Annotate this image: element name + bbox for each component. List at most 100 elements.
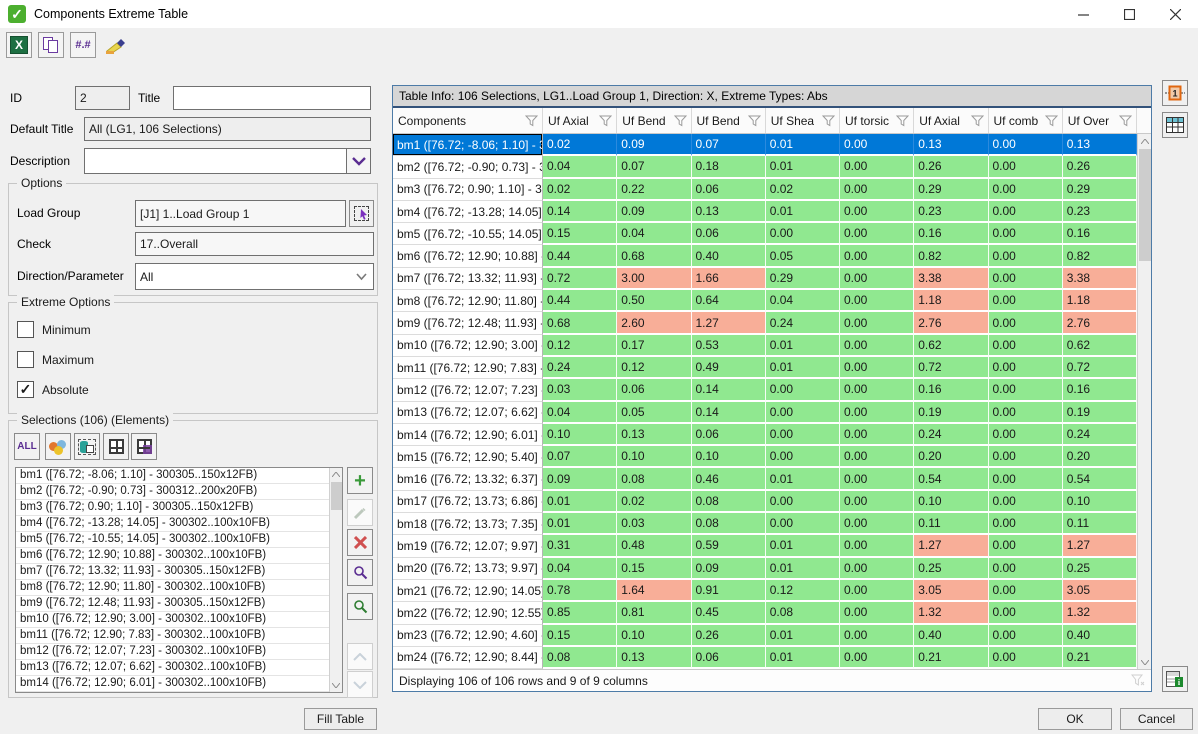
value-cell[interactable]: 0.00 — [840, 491, 914, 513]
value-cell[interactable]: 0.00 — [840, 535, 914, 557]
list-item[interactable]: bm12 ([76.72; 12.07; 7.23] - 300302..100… — [16, 644, 342, 660]
value-cell[interactable]: 0.07 — [692, 134, 766, 156]
value-cell[interactable]: 0.14 — [692, 402, 766, 424]
value-cell[interactable]: 0.00 — [989, 379, 1063, 401]
value-cell[interactable]: 0.00 — [840, 156, 914, 178]
component-cell[interactable]: bm16 ([76.72; 13.32; 6.37] - — [393, 468, 543, 490]
value-cell[interactable]: 1.27 — [692, 312, 766, 334]
auto-column-width-button[interactable]: 1 — [1162, 80, 1188, 106]
component-cell[interactable]: bm9 ([76.72; 12.48; 11.93] - 300305..150… — [393, 312, 543, 334]
value-cell[interactable]: 0.11 — [914, 513, 988, 535]
value-cell[interactable]: 2.60 — [617, 312, 691, 334]
value-cell[interactable]: 0.08 — [617, 468, 691, 490]
value-cell[interactable]: 0.06 — [692, 179, 766, 201]
value-cell[interactable]: 0.14 — [543, 201, 617, 223]
component-cell[interactable]: bm15 ([76.72; 12.90; 5.40] - — [393, 446, 543, 468]
value-cell[interactable]: 3.05 — [1063, 580, 1137, 602]
value-cell[interactable]: 0.23 — [1063, 201, 1137, 223]
component-cell[interactable]: bm19 ([76.72; 12.07; 9.97] - — [393, 535, 543, 557]
value-cell[interactable]: 0.00 — [766, 424, 840, 446]
list-item[interactable]: bm7 ([76.72; 13.32; 11.93] - 300305..150… — [16, 564, 342, 580]
value-cell[interactable]: 0.26 — [914, 156, 988, 178]
component-cell[interactable]: bm23 ([76.72; 12.90; 4.60] - — [393, 625, 543, 647]
value-cell[interactable]: 0.00 — [840, 558, 914, 580]
value-cell[interactable]: 3.00 — [617, 268, 691, 290]
component-cell[interactable]: bm14 ([76.72; 12.90; 6.01] - 300302..100… — [393, 424, 543, 446]
value-cell[interactable]: 3.38 — [1063, 268, 1137, 290]
value-cell[interactable]: 0.02 — [617, 491, 691, 513]
value-cell[interactable]: 0.00 — [989, 446, 1063, 468]
value-cell[interactable]: 0.04 — [543, 402, 617, 424]
component-cell[interactable]: bm18 ([76.72; 13.73; 7.35] - — [393, 513, 543, 535]
value-cell[interactable]: 0.00 — [840, 223, 914, 245]
value-cell[interactable]: 0.23 — [914, 201, 988, 223]
column-header-col1[interactable]: Uf Axial — [543, 108, 617, 133]
value-cell[interactable]: 0.82 — [914, 245, 988, 267]
value-cell[interactable]: 0.16 — [1063, 223, 1137, 245]
value-cell[interactable]: 0.16 — [1063, 379, 1137, 401]
value-cell[interactable]: 0.26 — [692, 625, 766, 647]
value-cell[interactable]: 0.21 — [1063, 647, 1137, 669]
value-cell[interactable]: 0.44 — [543, 245, 617, 267]
value-cell[interactable]: 0.06 — [692, 424, 766, 446]
value-cell[interactable]: 0.00 — [989, 402, 1063, 424]
value-cell[interactable]: 0.10 — [617, 446, 691, 468]
value-cell[interactable]: 0.06 — [692, 223, 766, 245]
value-cell[interactable]: 0.15 — [617, 558, 691, 580]
value-cell[interactable]: 0.00 — [840, 513, 914, 535]
value-cell[interactable]: 0.24 — [1063, 424, 1137, 446]
value-cell[interactable]: 0.00 — [766, 446, 840, 468]
value-cell[interactable]: 0.26 — [1063, 156, 1137, 178]
list-item[interactable]: bm13 ([76.72; 12.07; 6.62] - 300302..100… — [16, 660, 342, 676]
value-cell[interactable]: 0.10 — [1063, 491, 1137, 513]
value-cell[interactable]: 0.62 — [1063, 335, 1137, 357]
value-cell[interactable]: 0.00 — [989, 558, 1063, 580]
component-cell[interactable]: bm4 ([76.72; -13.28; 14.05] - 300302..10… — [393, 201, 543, 223]
value-cell[interactable]: 0.72 — [543, 268, 617, 290]
value-cell[interactable]: 0.00 — [989, 357, 1063, 379]
component-cell[interactable]: bm11 ([76.72; 12.90; 7.83] - 300302..100… — [393, 357, 543, 379]
value-cell[interactable]: 0.04 — [543, 558, 617, 580]
value-cell[interactable]: 0.91 — [692, 580, 766, 602]
filter-icon[interactable] — [1119, 115, 1132, 127]
column-header-col6[interactable]: Uf Axial — [914, 108, 988, 133]
value-cell[interactable]: 0.15 — [543, 625, 617, 647]
component-cell[interactable]: bm13 ([76.72; 12.07; 6.62] - 300302..100… — [393, 402, 543, 424]
component-cell[interactable]: bm21 ([76.72; 12.90; 14.05] — [393, 580, 543, 602]
value-cell[interactable]: 0.09 — [617, 201, 691, 223]
column-header-col4[interactable]: Uf Shea — [766, 108, 840, 133]
fill-table-button[interactable]: Fill Table — [304, 708, 377, 730]
absolute-checkbox-row[interactable]: ✓ Absolute — [17, 381, 89, 398]
value-cell[interactable]: 0.59 — [692, 535, 766, 557]
value-cell[interactable]: 0.01 — [766, 558, 840, 580]
table-row[interactable]: bm14 ([76.72; 12.90; 6.01] - 300302..100… — [393, 424, 1137, 446]
value-cell[interactable]: 0.00 — [840, 424, 914, 446]
value-cell[interactable]: 0.01 — [766, 134, 840, 156]
value-cell[interactable]: 0.13 — [692, 201, 766, 223]
description-dropdown-button[interactable] — [346, 148, 371, 174]
filter-icon[interactable] — [748, 115, 761, 127]
copy-table-button[interactable] — [38, 32, 64, 58]
minimum-checkbox[interactable] — [17, 321, 34, 338]
value-cell[interactable]: 0.21 — [914, 647, 988, 669]
value-cell[interactable]: 1.27 — [1063, 535, 1137, 557]
value-cell[interactable]: 0.62 — [914, 335, 988, 357]
value-cell[interactable]: 0.29 — [1063, 179, 1137, 201]
list-item[interactable]: bm11 ([76.72; 12.90; 7.83] - 300302..100… — [16, 628, 342, 644]
minimum-checkbox-row[interactable]: Minimum — [17, 321, 91, 338]
value-cell[interactable]: 0.08 — [766, 602, 840, 624]
value-cell[interactable]: 0.00 — [989, 424, 1063, 446]
selections-list[interactable]: bm1 ([76.72; -8.06; 1.10] - 300305..150x… — [15, 467, 343, 693]
scroll-down-icon[interactable] — [1138, 655, 1151, 669]
list-item[interactable]: bm2 ([76.72; -0.90; 0.73] - 300312..200x… — [16, 484, 342, 500]
value-cell[interactable]: 0.16 — [914, 379, 988, 401]
value-cell[interactable]: 0.00 — [989, 268, 1063, 290]
list-item[interactable]: bm9 ([76.72; 12.48; 11.93] - 300305..150… — [16, 596, 342, 612]
table-row[interactable]: bm3 ([76.72; 0.90; 1.10] - 300305..150x1… — [393, 179, 1137, 201]
value-cell[interactable]: 0.00 — [840, 446, 914, 468]
list-item[interactable]: bm1 ([76.72; -8.06; 1.10] - 300305..150x… — [16, 468, 342, 484]
table-row[interactable]: bm6 ([76.72; 12.90; 10.88] - 300302..100… — [393, 245, 1137, 267]
zoom-fit-button[interactable] — [347, 593, 373, 620]
value-cell[interactable]: 0.00 — [840, 134, 914, 156]
value-cell[interactable]: 0.53 — [692, 335, 766, 357]
